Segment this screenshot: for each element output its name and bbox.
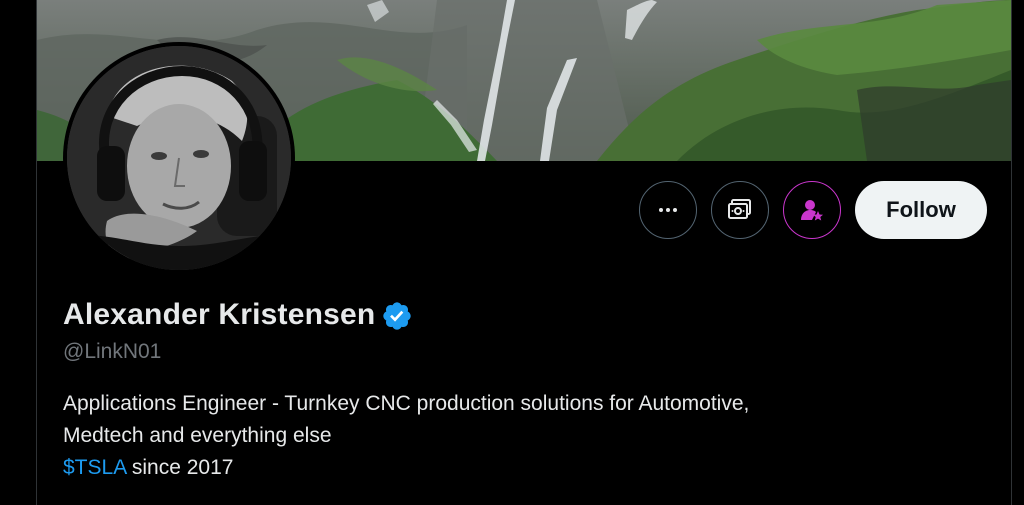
profile-column: Follow Alexander Kristensen @LinkN01 App… xyxy=(36,0,1012,505)
follow-button-label: Follow xyxy=(886,197,956,222)
name-row: Alexander Kristensen xyxy=(63,298,963,332)
money-tip-icon xyxy=(728,199,751,219)
profile-page: Follow Alexander Kristensen @LinkN01 App… xyxy=(0,0,1024,505)
follow-button[interactable]: Follow xyxy=(855,181,987,239)
subscribe-button[interactable] xyxy=(783,181,841,239)
username-handle: @LinkN01 xyxy=(63,340,162,363)
right-gutter xyxy=(1012,0,1024,505)
display-name: Alexander Kristensen xyxy=(63,298,376,331)
bio-line-3-text: since 2017 xyxy=(126,456,234,479)
bio-line-3: $TSLA since 2017 xyxy=(63,452,963,484)
cashtag-link[interactable]: $TSLA xyxy=(63,456,126,479)
profile-bio: Applications Engineer - Turnkey CNC prod… xyxy=(63,388,963,484)
subscribe-person-star-icon xyxy=(801,200,823,221)
bio-line-1: Applications Engineer - Turnkey CNC prod… xyxy=(63,392,750,415)
left-gutter xyxy=(0,0,36,505)
avatar-photo xyxy=(67,46,291,270)
profile-info: Alexander Kristensen @LinkN01 Applicatio… xyxy=(63,298,963,484)
avatar-portrait-image xyxy=(67,46,291,270)
profile-actions: Follow xyxy=(639,181,987,239)
bio-line-2: Medtech and everything else xyxy=(63,424,332,447)
more-options-button[interactable] xyxy=(639,181,697,239)
more-horizontal-icon xyxy=(659,208,677,212)
tip-button[interactable] xyxy=(711,181,769,239)
profile-avatar[interactable] xyxy=(63,42,295,274)
verified-badge-icon[interactable] xyxy=(381,300,413,332)
